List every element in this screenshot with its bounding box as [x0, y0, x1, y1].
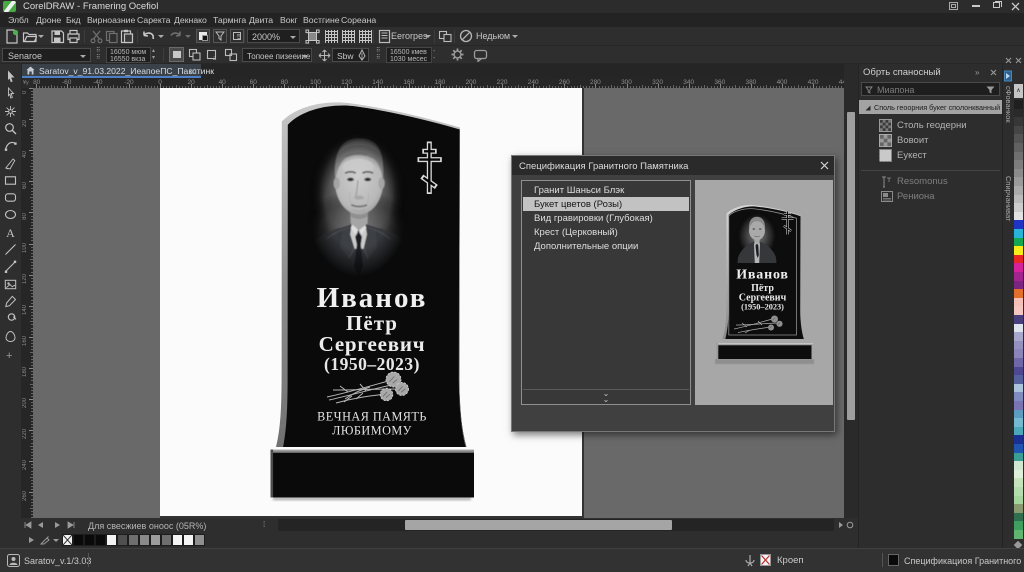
svg-text:ВЕЧНАЯ ПАМЯТЬ: ВЕЧНАЯ ПАМЯТЬ [317, 410, 427, 424]
svg-text:a: a [213, 54, 217, 62]
svg-text:A: A [6, 226, 15, 239]
svg-text:Иванов: Иванов [736, 268, 789, 283]
svg-text:Сергеевич: Сергеевич [319, 332, 426, 356]
svg-text:(1950–2023): (1950–2023) [741, 303, 784, 312]
svg-text:Иванов: Иванов [317, 282, 428, 314]
svg-text:ЛЮБИМОМУ: ЛЮБИМОМУ [332, 424, 412, 438]
svg-text:(1950–2023): (1950–2023) [324, 354, 420, 374]
